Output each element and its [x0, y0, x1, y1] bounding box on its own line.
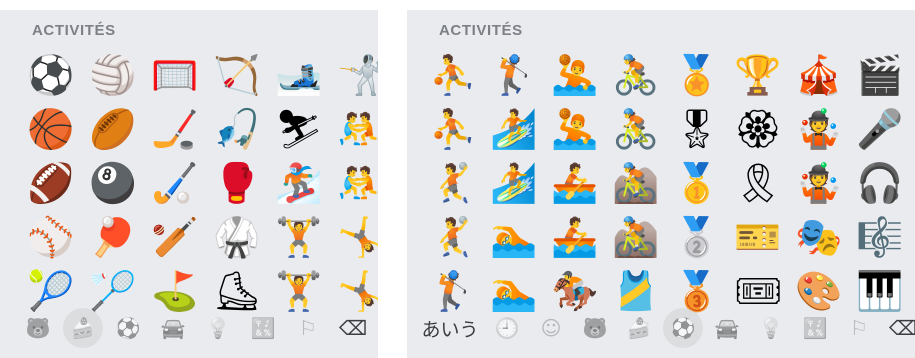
emoji-key[interactable]: 🎱 — [87, 156, 139, 210]
emoji-key[interactable]: 🎤 — [854, 102, 906, 156]
emoji-key[interactable]: 🏈 — [25, 156, 77, 210]
emoji-key[interactable]: 🤽 — [549, 102, 601, 156]
emoji-key[interactable]: 🥋 — [211, 210, 263, 264]
emoji-key[interactable]: 🏌 — [488, 48, 540, 102]
emoji-key[interactable]: 🤽 — [549, 48, 601, 102]
emoji-key[interactable]: 🚣 — [549, 210, 601, 264]
emoji-key[interactable]: 🎿 — [273, 48, 325, 102]
travel-places-category-icon[interactable]: 🚘 — [153, 308, 193, 348]
flags-category-icon[interactable]: ⚐ — [288, 308, 328, 348]
emoji-key[interactable]: 🏄 — [488, 102, 540, 156]
recent-category-icon[interactable]: 🕘 — [487, 308, 527, 348]
emoji-key[interactable]: 🏐 — [87, 48, 139, 102]
emoji-grid: ⛹ ⛹ 🤾 🤾 🏌 🏌 🏄 🏄 🏊 🏊 🤽 🤽 🚣 🚣 🏇 🚴 🚴 🚵 🚵 🎽 🏅 🎖 🥇 🥈 🥉 🏆 🏵 🎗 🎫 🎟 🎪 🤹 🤹 🎭 🎨 🎬 🎤 🎧 🎼 🎹 — [427, 48, 915, 318]
section-title: ACTIVITÉS — [439, 22, 523, 39]
activity-category-icon[interactable]: ⚽ — [108, 308, 148, 348]
emoji-key[interactable]: 🤹 — [793, 102, 845, 156]
emoji-key[interactable]: 🥅 — [149, 48, 201, 102]
emoji-key[interactable]: 🚵 — [610, 156, 662, 210]
emoji-key[interactable]: 🏀 — [25, 102, 77, 156]
emoji-key[interactable]: 🤺 — [335, 48, 378, 102]
emoji-key[interactable]: 🎭 — [793, 210, 845, 264]
emoji-key[interactable]: 🏏 — [149, 210, 201, 264]
emoji-key[interactable]: 🏓 — [87, 210, 139, 264]
emoji-key[interactable]: ⛹ — [427, 102, 479, 156]
emoji-key[interactable]: 🎼 — [854, 210, 906, 264]
emoji-key[interactable]: ⛷ — [273, 102, 325, 156]
smileys-animals-category-icon[interactable]: 🐻 — [18, 308, 58, 348]
emoji-key[interactable]: 🎬 — [854, 48, 906, 102]
emoji-key[interactable]: 🚣 — [549, 156, 601, 210]
section-title: ACTIVITÉS — [32, 22, 116, 39]
emoji-key[interactable]: 🤸 — [335, 210, 378, 264]
emoji-keyboard-right: ACTIVITÉS ⛹ ⛹ 🤾 🤾 🏌 🏌 🏄 🏄 🏊 🏊 🤽 🤽 🚣 🚣 🏇 🚴 🚴 🚵 🚵 🎽 🏅 🎖 🥇 🥈 🥉 🏆 🏵 🎗 🎫 🎟… — [407, 10, 915, 358]
delete-key-icon[interactable]: ⌫ — [883, 308, 915, 348]
emoji-key[interactable]: ⚽ — [25, 48, 77, 102]
flags-category-icon[interactable]: ⚐ — [839, 308, 879, 348]
emoji-key[interactable]: 🏵 — [732, 102, 784, 156]
emoji-key[interactable]: 🏑 — [149, 156, 201, 210]
emoji-key[interactable]: 🎧 — [854, 156, 906, 210]
emoji-key[interactable]: 🚴 — [610, 48, 662, 102]
food-drink-category-icon[interactable]: 🍰 — [63, 308, 103, 348]
activity-category-icon[interactable]: ⚽ — [663, 308, 703, 348]
travel-places-category-icon[interactable]: 🚘 — [707, 308, 747, 348]
emoji-key[interactable]: 🎪 — [793, 48, 845, 102]
emoji-key[interactable]: 🥊 — [211, 156, 263, 210]
emoji-grid: ⚽ 🏀 🏈 ⚾ 🎾 🏐 🏉 🎱 🏓 🏸 🥅 🏒 🏑 🏏 ⛳ 🏹 🎣 🥊 🥋 ⛸ 🎿 ⛷ 🏂 🏋 🏋 🤺 🤼 🤼 🤸 🤸 — [25, 48, 378, 318]
category-bar: あいう 🕘 ☺ 🐻 🍰 ⚽ 🚘 💡 🔣 ⚐ ⌫ — [407, 300, 915, 358]
emoji-key[interactable]: 🤾 — [427, 156, 479, 210]
emoji-key[interactable]: 🎫 — [732, 210, 784, 264]
emoji-key[interactable]: 🏒 — [149, 102, 201, 156]
objects-category-icon[interactable]: 💡 — [751, 308, 791, 348]
emoji-keyboard-left: ACTIVITÉS ⚽ 🏀 🏈 ⚾ 🎾 🏐 🏉 🎱 🏓 🏸 🥅 🏒 🏑 🏏 ⛳ 🏹 🎣 🥊 🥋 ⛸ 🎿 ⛷ 🏂 🏋 🏋 🤺 🤼 🤼 🤸 🤸… — [0, 10, 378, 358]
emoji-key[interactable]: 🏉 — [87, 102, 139, 156]
emoji-key[interactable]: 🏂 — [273, 156, 325, 210]
animals-category-icon[interactable]: 🐻 — [575, 308, 615, 348]
emoji-key[interactable]: 🤼 — [335, 102, 378, 156]
emoji-key[interactable]: 🎖 — [671, 102, 723, 156]
emoji-key[interactable]: 🏄 — [488, 156, 540, 210]
symbols-category-icon[interactable]: 🔣 — [795, 308, 835, 348]
emoji-key[interactable]: 🎗 — [732, 156, 784, 210]
emoji-key[interactable]: 🏋 — [273, 210, 325, 264]
emoji-key[interactable]: 🎣 — [211, 102, 263, 156]
emoji-key[interactable]: ⚾ — [25, 210, 77, 264]
smileys-category-icon[interactable]: ☺ — [531, 308, 571, 348]
emoji-key[interactable]: 🤾 — [427, 210, 479, 264]
category-bar: 🐻 🍰 ⚽ 🚘 💡 🔣 ⚐ ⌫ — [0, 300, 378, 358]
food-drink-category-icon[interactable]: 🍰 — [619, 308, 659, 348]
emoji-key[interactable]: 🤹 — [793, 156, 845, 210]
emoji-key[interactable]: 🏹 — [211, 48, 263, 102]
emoji-key[interactable]: 🥈 — [671, 210, 723, 264]
delete-key-icon[interactable]: ⌫ — [333, 308, 373, 348]
emoji-key[interactable]: 🤼 — [335, 156, 378, 210]
emoji-key[interactable]: 🚵 — [610, 210, 662, 264]
emoji-key[interactable]: 🏊 — [488, 210, 540, 264]
emoji-key[interactable]: ⛹ — [427, 48, 479, 102]
objects-category-icon[interactable]: 💡 — [198, 308, 238, 348]
symbols-category-icon[interactable]: 🔣 — [243, 308, 283, 348]
emoji-key[interactable]: 🏆 — [732, 48, 784, 102]
keyboard-switch-button[interactable]: あいう — [415, 308, 485, 348]
emoji-key[interactable]: 🥇 — [671, 156, 723, 210]
emoji-key[interactable]: 🏅 — [671, 48, 723, 102]
emoji-key[interactable]: 🚴 — [610, 102, 662, 156]
